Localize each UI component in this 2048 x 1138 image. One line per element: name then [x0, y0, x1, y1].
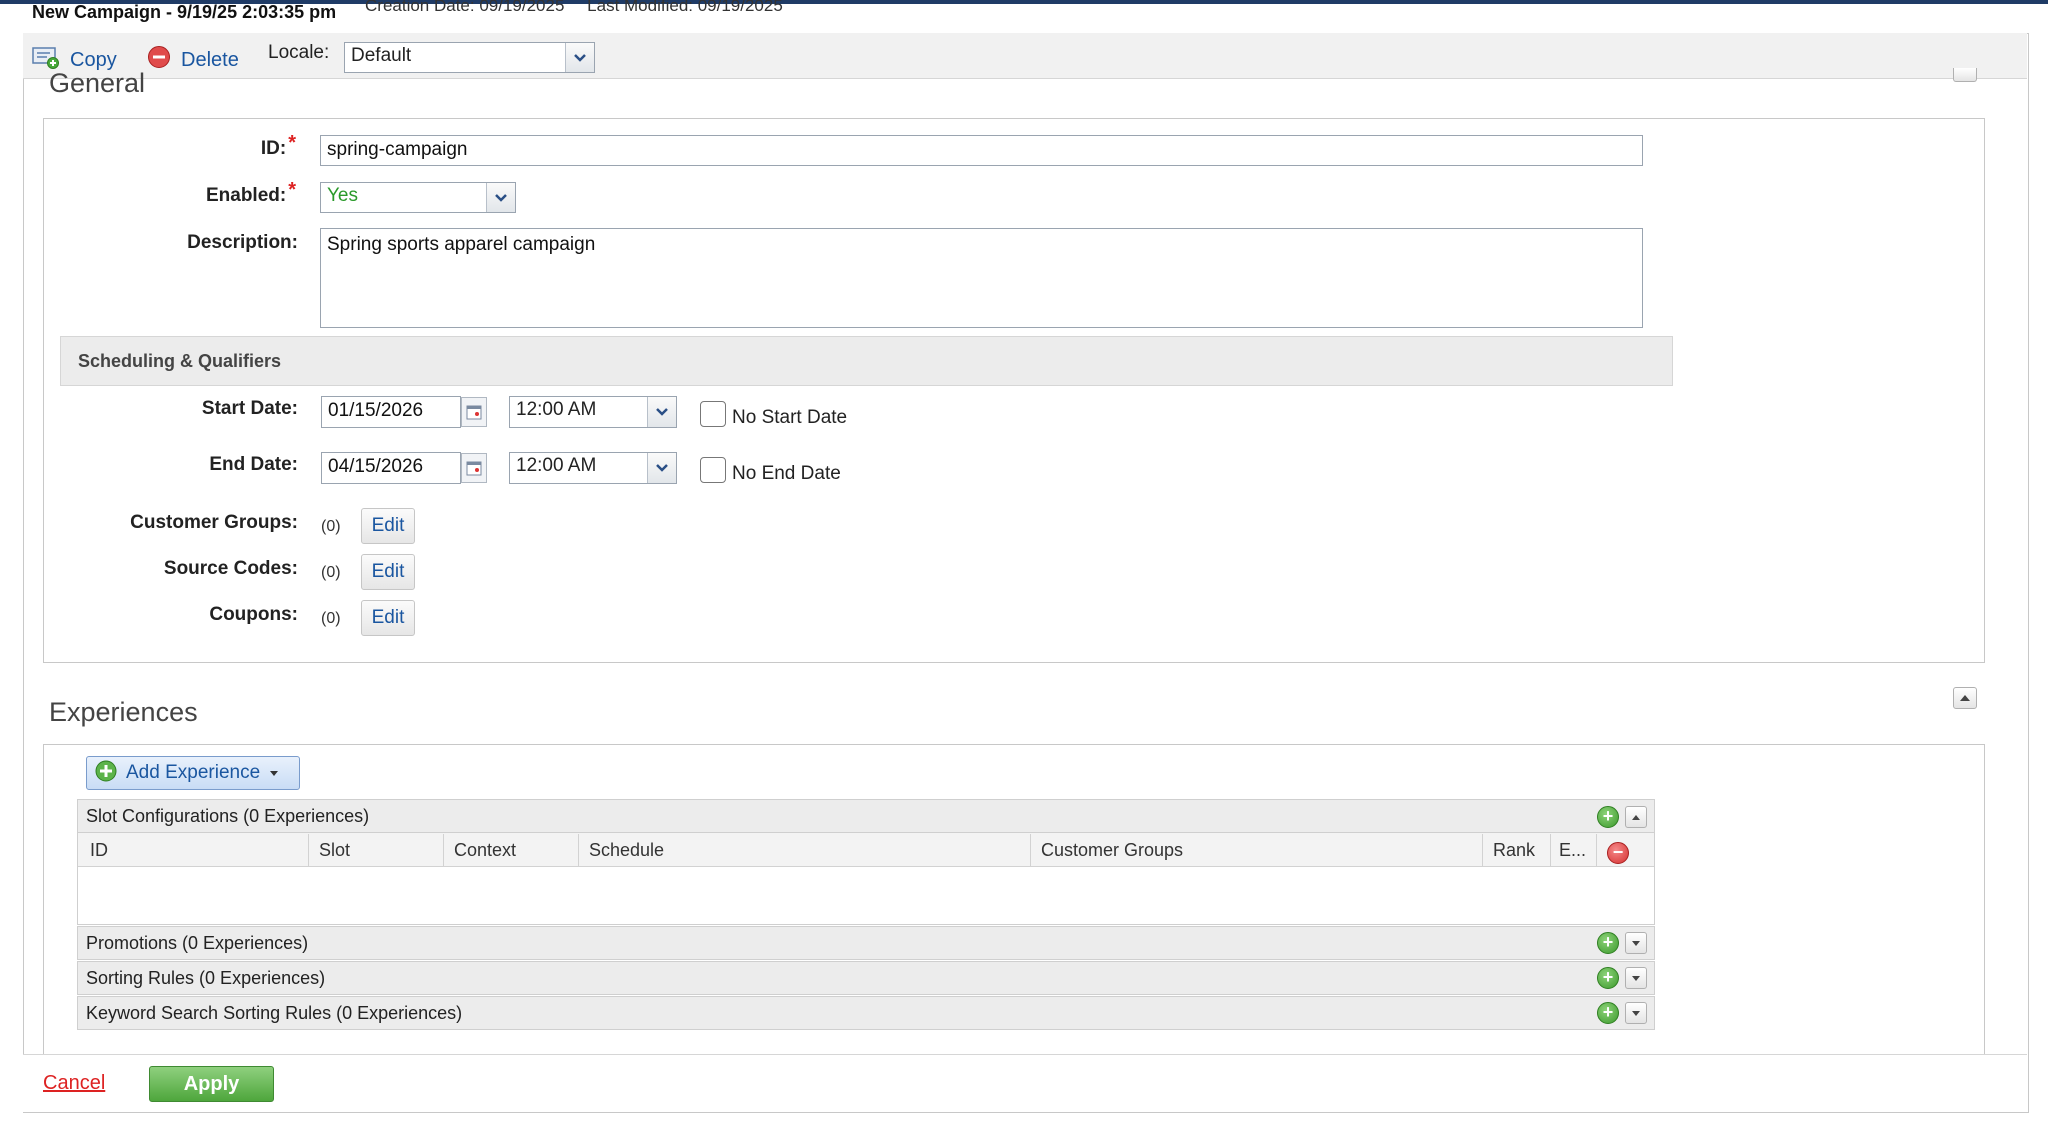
- enabled-label: Enabled: *: [205, 179, 296, 208]
- enabled-label-text: Enabled:: [205, 185, 287, 206]
- enabled-value: Yes: [327, 185, 358, 206]
- column-header-customer-groups[interactable]: Customer Groups: [1031, 834, 1483, 866]
- expand-keyword-rules-button[interactable]: [1625, 1002, 1647, 1024]
- remove-icon[interactable]: −: [1607, 842, 1629, 864]
- column-header-schedule[interactable]: Schedule: [579, 834, 1031, 866]
- scheduling-header: Scheduling & Qualifiers: [60, 336, 1673, 386]
- add-keyword-rule-icon[interactable]: +: [1597, 1002, 1619, 1024]
- keyword-sorting-rules-header[interactable]: Keyword Search Sorting Rules (0 Experien…: [77, 996, 1655, 1030]
- customer-groups-count: (0): [321, 518, 341, 535]
- collapse-slot-config-button[interactable]: [1625, 806, 1647, 828]
- chevron-down-icon: [1631, 1004, 1641, 1022]
- coupons-count: (0): [321, 610, 341, 627]
- add-icon: [95, 760, 117, 787]
- slot-config-header[interactable]: Slot Configurations (0 Experiences): [77, 799, 1655, 833]
- required-asterisk: *: [288, 179, 296, 201]
- chevron-up-icon: [1959, 689, 1971, 707]
- sorting-rules-header[interactable]: Sorting Rules (0 Experiences): [77, 961, 1655, 995]
- description-label: Description:: [187, 232, 298, 253]
- start-time-value: 12:00 AM: [516, 399, 597, 420]
- start-date-input[interactable]: 01/15/2026: [321, 396, 461, 428]
- add-sorting-rule-icon[interactable]: +: [1597, 967, 1619, 989]
- last-modified: Last Modified: 09/19/2025: [587, 0, 783, 15]
- apply-button[interactable]: Apply: [149, 1066, 274, 1102]
- chevron-down-icon: [647, 453, 676, 483]
- id-label: ID: *: [260, 132, 296, 161]
- no-end-date-checkbox[interactable]: [700, 457, 726, 483]
- locale-value: Default: [351, 45, 412, 66]
- end-date-input[interactable]: 04/15/2026: [321, 452, 461, 484]
- column-header-context[interactable]: Context: [444, 834, 579, 866]
- end-time-value: 12:00 AM: [516, 455, 597, 476]
- general-section-title: General: [49, 68, 146, 98]
- cancel-link[interactable]: Cancel: [43, 1072, 105, 1095]
- delete-icon: [147, 45, 171, 75]
- chevron-down-icon: [565, 43, 594, 72]
- coupons-edit-button[interactable]: Edit: [361, 600, 415, 636]
- chevron-down-icon: [1631, 969, 1641, 987]
- start-time-select[interactable]: 12:00 AM: [509, 396, 677, 428]
- column-header-slot[interactable]: Slot: [309, 834, 444, 866]
- no-start-date-checkbox[interactable]: [700, 401, 726, 427]
- general-collapse-button[interactable]: [1953, 68, 1977, 82]
- creation-date: Creation Date: 09/19/2025: [365, 0, 565, 15]
- add-slot-config-icon[interactable]: +: [1597, 806, 1619, 828]
- keyword-sorting-rules-title: Keyword Search Sorting Rules (0 Experien…: [86, 1003, 463, 1023]
- delete-label: Delete: [181, 48, 239, 71]
- page-title: New Campaign - 9/19/25 2:03:35 pm: [32, 2, 337, 22]
- footer-bar: [23, 1054, 2027, 1112]
- add-experience-label: Add Experience: [126, 762, 261, 783]
- expand-sorting-rules-button[interactable]: [1625, 967, 1647, 989]
- expand-promotions-button[interactable]: [1625, 932, 1647, 954]
- no-end-date-label: No End Date: [732, 463, 841, 484]
- add-promotion-icon[interactable]: +: [1597, 932, 1619, 954]
- end-date-label: End Date:: [209, 454, 298, 475]
- id-label-text: ID:: [260, 138, 287, 159]
- caret-down-icon: [269, 764, 279, 782]
- chevron-down-icon: [647, 397, 676, 427]
- customer-groups-label: Customer Groups:: [130, 512, 298, 533]
- description-textarea[interactable]: Spring sports apparel campaign: [320, 228, 1643, 328]
- id-input[interactable]: spring-campaign: [320, 135, 1643, 166]
- locale-select[interactable]: Default: [344, 42, 595, 73]
- experiences-section-title: Experiences: [49, 697, 198, 727]
- coupons-label: Coupons:: [209, 604, 298, 625]
- delete-button[interactable]: Delete: [147, 45, 239, 75]
- required-asterisk: *: [288, 132, 296, 154]
- chevron-down-icon: [1631, 934, 1641, 952]
- add-experience-button[interactable]: Add Experience: [86, 756, 300, 790]
- calendar-icon[interactable]: [461, 397, 487, 427]
- calendar-icon[interactable]: [461, 453, 487, 483]
- no-start-date-label: No Start Date: [732, 407, 848, 428]
- enabled-select[interactable]: Yes: [320, 182, 516, 213]
- source-codes-label: Source Codes:: [163, 558, 298, 579]
- start-date-label: Start Date:: [201, 398, 298, 419]
- locale-label: Locale:: [268, 42, 330, 63]
- end-time-select[interactable]: 12:00 AM: [509, 452, 677, 484]
- chevron-down-icon: [486, 183, 515, 212]
- customer-groups-edit-button[interactable]: Edit: [361, 508, 415, 544]
- experiences-collapse-button[interactable]: [1953, 687, 1977, 709]
- source-codes-count: (0): [321, 564, 341, 581]
- sorting-rules-title: Sorting Rules (0 Experiences): [86, 968, 326, 988]
- chevron-up-icon: [1631, 808, 1641, 826]
- promotions-header[interactable]: Promotions (0 Experiences): [77, 926, 1655, 960]
- column-header-id[interactable]: ID: [80, 834, 309, 866]
- promotions-title: Promotions (0 Experiences): [86, 933, 309, 953]
- campaign-meta: Creation Date: 09/19/2025 Last Modified:…: [365, 0, 801, 16]
- slot-config-title: Slot Configurations (0 Experiences): [86, 806, 370, 826]
- column-header-enabled[interactable]: E...: [1551, 834, 1597, 866]
- column-header-rank[interactable]: Rank: [1483, 834, 1551, 866]
- source-codes-edit-button[interactable]: Edit: [361, 554, 415, 590]
